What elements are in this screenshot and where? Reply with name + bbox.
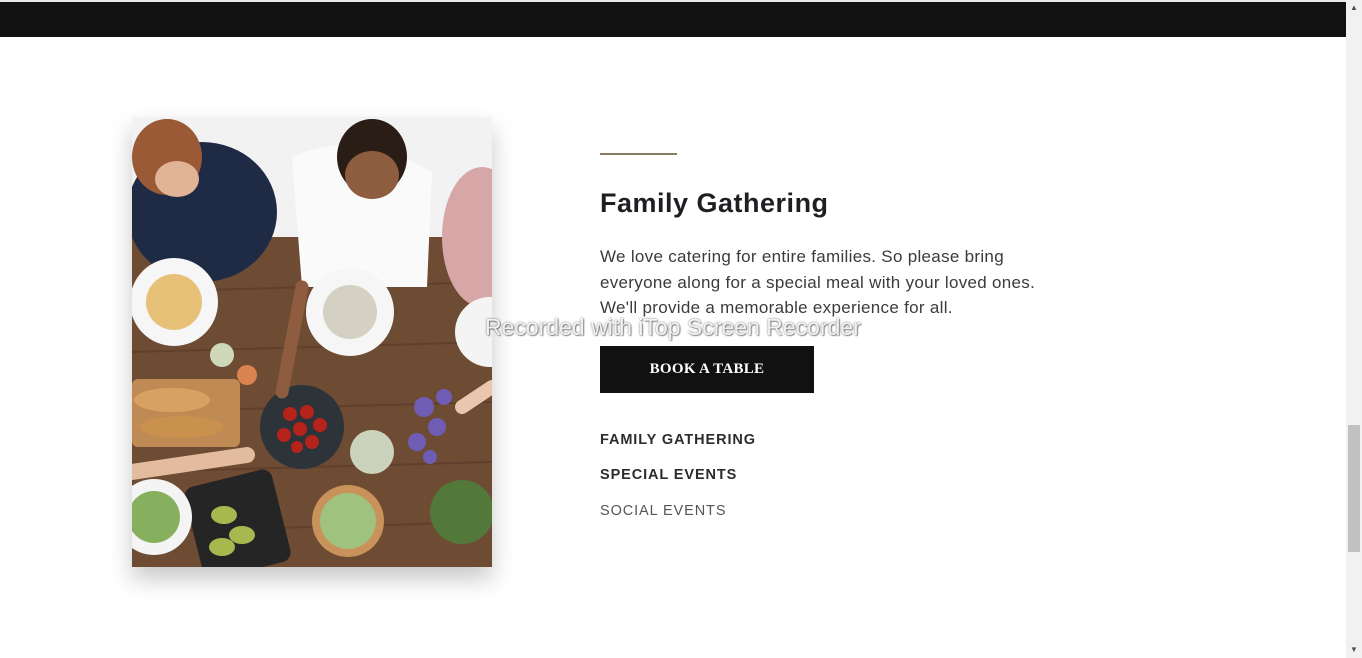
scroll-up-arrow-icon[interactable]: ▲ [1346,0,1362,16]
vertical-scrollbar[interactable]: ▲ ▼ [1346,0,1362,658]
section-heading: Family Gathering [600,188,829,218]
section-divider [600,153,677,155]
event-link-special-events[interactable]: SPECIAL EVENTS [600,467,737,483]
scroll-down-arrow-icon[interactable]: ▼ [1346,642,1362,658]
event-link-family-gathering[interactable]: FAMILY GATHERING [600,432,756,448]
book-table-button[interactable]: BOOK A TABLE [600,346,814,393]
header-bar [0,2,1346,37]
event-link-social-events[interactable]: SOCIAL EVENTS [600,503,726,519]
family-dining-photo [132,117,492,567]
scrollbar-thumb[interactable] [1348,425,1360,552]
section-description: We love catering for entire families. So… [600,247,1036,317]
